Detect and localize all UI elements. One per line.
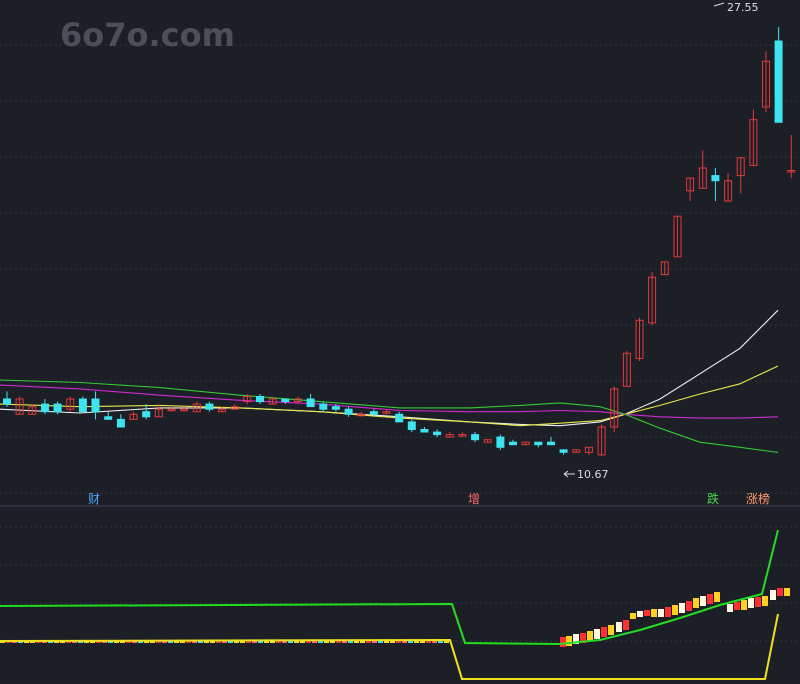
candle-body-16 [205, 403, 214, 410]
event-label-3: 涨榜 [746, 491, 770, 506]
sub-bar-5 [594, 629, 600, 639]
sub-bar-9 [623, 620, 629, 630]
candle-body-7 [91, 398, 100, 413]
sub-bar-14 [658, 609, 664, 617]
stock-chart: 6o7o.com 27.55 10.67 财 增 跌 涨榜 [0, 0, 800, 684]
candle-body-9 [116, 418, 125, 428]
candle-body-26 [331, 406, 340, 410]
event-label-1: 增 [468, 492, 480, 506]
sub-bar-8 [616, 622, 622, 632]
sub-bar-16 [672, 605, 678, 615]
candle-body-40 [509, 441, 517, 446]
candle-body-3 [41, 403, 49, 413]
sub-bar-31 [784, 588, 790, 596]
candle-body-25 [319, 403, 328, 410]
sub-bar-29 [770, 590, 776, 600]
sub-bar-13 [651, 609, 657, 617]
event-label-2: 跌 [707, 491, 719, 506]
candle-body-56 [711, 175, 720, 182]
candle-body-6 [78, 398, 87, 413]
sub-bar-7 [608, 625, 614, 635]
sub-bar-27 [755, 597, 761, 607]
candle-body-44 [559, 449, 568, 453]
event-label-0: 财 [88, 492, 100, 506]
low-price-label: 10.67 [577, 468, 609, 481]
sub-bar-10 [630, 613, 636, 619]
candle-body-31 [395, 413, 404, 423]
high-price-label: 27.55 [727, 1, 759, 14]
sub-bar-22 [714, 592, 720, 602]
sub-bar-11 [637, 611, 643, 617]
sub-bar-23 [727, 604, 733, 612]
watermark: 6o7o.com [60, 16, 235, 54]
sub-bar-25 [741, 600, 747, 610]
candle-body-22 [281, 398, 290, 402]
sub-bar-6 [601, 627, 607, 637]
candle-body-11 [142, 411, 151, 418]
candle-body-20 [256, 396, 264, 403]
sub-bar-0 [560, 637, 566, 647]
sub-bar-12 [644, 610, 650, 616]
candle-body-29 [369, 411, 378, 415]
candle-body-34 [433, 431, 442, 436]
candle-body-37 [471, 434, 480, 441]
sub-bar-15 [665, 607, 671, 617]
sub-bar-21 [707, 594, 713, 604]
sub-bar-4 [587, 631, 593, 641]
sub-bar-30 [777, 588, 783, 596]
candle-body-27 [344, 408, 353, 415]
candle-body-0 [3, 398, 11, 405]
sub-bar-24 [734, 602, 740, 610]
sub-bar-1 [566, 636, 572, 646]
sub-bar-17 [679, 603, 685, 613]
candle-body-33 [420, 429, 429, 433]
sub-bar-19 [693, 598, 699, 608]
candle-body-4 [53, 403, 62, 413]
candle-body-43 [547, 441, 555, 446]
candle-body-42 [534, 441, 543, 446]
candle-body-8 [104, 416, 113, 420]
candle-body-32 [407, 421, 416, 430]
candle-body-39 [496, 436, 505, 448]
sub-bar-26 [748, 598, 754, 608]
sub-bar-18 [686, 601, 692, 611]
candle-body-24 [306, 398, 315, 408]
sub-bar-28 [762, 596, 768, 606]
chart-background [0, 0, 800, 684]
candle-body-61 [774, 40, 783, 123]
sub-bar-20 [700, 596, 706, 606]
